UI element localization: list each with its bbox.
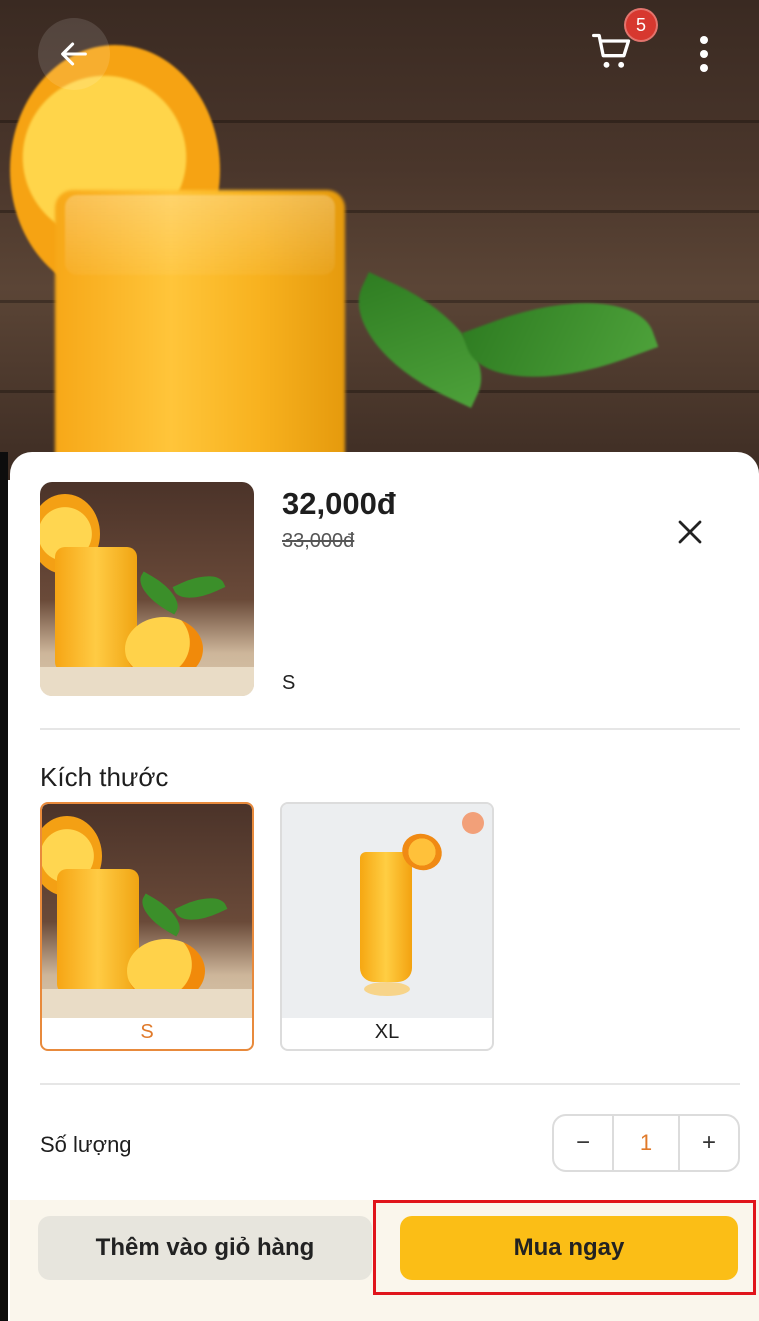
- product-thumbnail: [40, 482, 254, 696]
- divider: [40, 728, 740, 730]
- close-icon: [678, 520, 702, 544]
- buy-now-button[interactable]: Mua ngay: [400, 1216, 738, 1280]
- decrement-button[interactable]: −: [554, 1116, 612, 1170]
- size-option-s[interactable]: S: [40, 802, 254, 1051]
- hero-leaf: [461, 271, 659, 409]
- divider: [40, 1083, 740, 1085]
- size-section-title: Kích thước: [40, 762, 169, 792]
- quantity-label: Số lượng: [40, 1132, 132, 1157]
- size-option-label: S: [140, 1021, 154, 1043]
- product-hero-image: [0, 0, 759, 480]
- arrow-left-icon: [61, 42, 87, 66]
- hero-jar-shine: [65, 195, 335, 275]
- brand-logo: [462, 812, 484, 834]
- quantity-stepper: − 1 +: [552, 1114, 740, 1172]
- close-button[interactable]: [670, 512, 710, 552]
- more-vertical-icon: [700, 36, 708, 72]
- increment-button[interactable]: +: [680, 1116, 738, 1170]
- add-to-cart-button[interactable]: Thêm vào giỏ hàng: [38, 1216, 372, 1280]
- cart-count-badge: 5: [624, 8, 658, 42]
- current-price: 32,000đ: [282, 486, 396, 521]
- selected-size-text: S: [282, 672, 296, 694]
- size-option-image: [282, 804, 492, 1018]
- shopping-cart-icon: [592, 33, 631, 68]
- more-options-button[interactable]: [684, 26, 724, 82]
- variant-bottom-sheet: 32,000đ 33,000đ S Kích thước S XL Số lượ…: [10, 452, 759, 1321]
- size-option-xl[interactable]: XL: [280, 802, 494, 1051]
- original-price: 33,000đ: [282, 530, 355, 552]
- screen-edge: [0, 452, 8, 1321]
- back-button[interactable]: [38, 18, 110, 90]
- size-option-image: [42, 804, 252, 1018]
- size-option-label: XL: [374, 1021, 400, 1043]
- quantity-value[interactable]: 1: [612, 1116, 680, 1170]
- bottom-action-bar: Thêm vào giỏ hàng Mua ngay: [10, 1200, 759, 1321]
